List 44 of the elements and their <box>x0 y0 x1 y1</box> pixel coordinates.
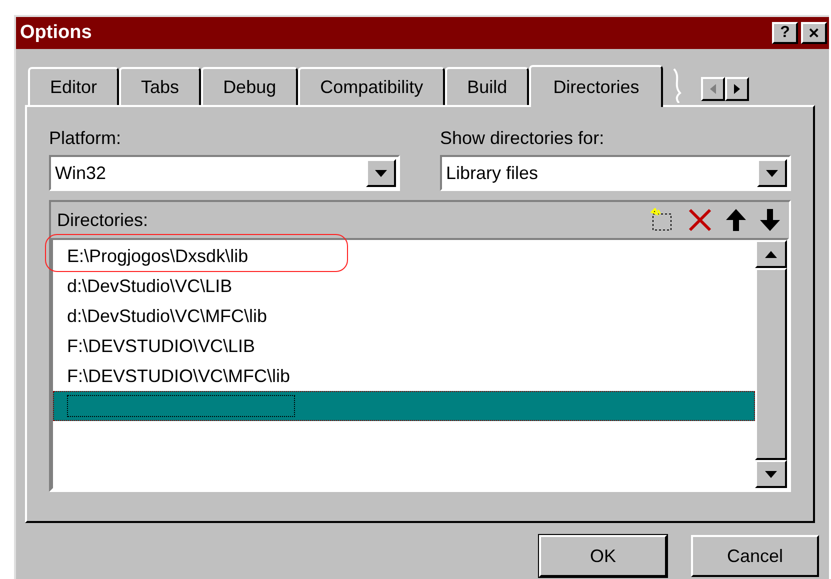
window-title: Options <box>20 20 92 45</box>
help-button[interactable]: ? <box>772 22 798 44</box>
directory-path: F:\DEVSTUDIO\VC\MFC\lib <box>67 364 290 388</box>
field-label: Platform: <box>49 127 122 150</box>
down-arrow-icon <box>375 170 387 176</box>
platform-combo[interactable]: Win32 <box>49 155 400 191</box>
tab[interactable]: Build <box>445 67 530 105</box>
left-arrow-icon <box>710 84 716 94</box>
tab[interactable]: Compatibility <box>298 67 446 105</box>
directory-path: F:\DEVSTUDIO\VC\LIB <box>67 334 256 358</box>
combo-value: Library files <box>446 162 538 185</box>
combo-arrow-button[interactable] <box>757 159 787 187</box>
right-arrow-icon <box>734 84 740 94</box>
tab-scroll-right-button[interactable] <box>725 77 750 101</box>
scroll-down-button[interactable] <box>755 460 787 488</box>
directory-row[interactable]: F:\DEVSTUDIO\VC\LIB <box>53 331 755 361</box>
up-arrow-icon <box>765 250 777 258</box>
tab[interactable]: Directories <box>529 65 664 107</box>
down-arrow-icon <box>765 470 777 478</box>
up-arrow-icon[interactable] <box>725 208 747 232</box>
dialog-button[interactable]: OK <box>539 535 667 577</box>
directory-path: d:\DevStudio\VC\MFC\lib <box>67 304 268 328</box>
down-arrow-icon <box>766 170 778 176</box>
tab[interactable]: Tabs <box>119 67 202 105</box>
field-label: Directories: <box>57 208 148 232</box>
scroll-up-button[interactable] <box>755 240 787 268</box>
directory-path: d:\DevStudio\VC\LIB <box>67 274 232 298</box>
combo-value: Win32 <box>55 162 106 184</box>
directory-row[interactable]: F:\DEVSTUDIO\VC\MFC\lib <box>53 361 755 391</box>
close-button[interactable]: ✕ <box>801 22 827 44</box>
tab[interactable]: Debug <box>201 67 298 105</box>
directory-edit-field[interactable] <box>67 395 295 417</box>
directory-row[interactable]: d:\DevStudio\VC\LIB <box>53 271 755 301</box>
dialog-button[interactable]: Cancel <box>691 535 819 577</box>
directory-row[interactable]: d:\DevStudio\VC\MFC\lib <box>53 301 755 331</box>
tab[interactable]: Editor <box>28 67 120 105</box>
directory-row[interactable]: E:\Progjogos\Dxsdk\lib <box>53 241 755 271</box>
down-arrow-icon[interactable] <box>759 208 781 232</box>
field-label: Show directories for: <box>440 127 606 150</box>
directory-path: E:\Progjogos\Dxsdk\lib <box>67 244 248 268</box>
delete-icon[interactable] <box>687 208 713 232</box>
show-directories-combo[interactable]: Library files <box>440 155 791 191</box>
combo-arrow-button[interactable] <box>366 159 396 187</box>
scroll-thumb[interactable] <box>755 268 787 460</box>
